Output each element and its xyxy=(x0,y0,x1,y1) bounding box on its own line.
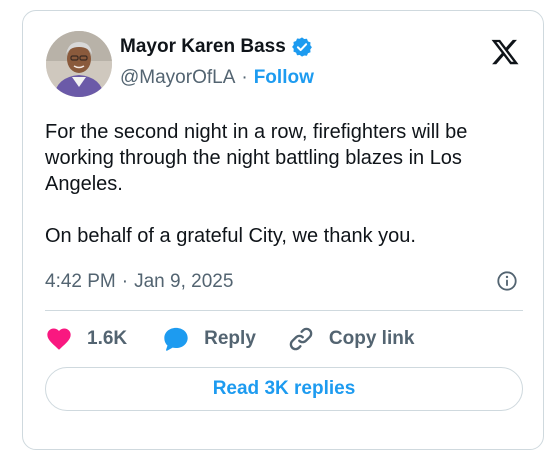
copy-link-button[interactable]: Copy link xyxy=(287,325,415,353)
read-replies-button[interactable]: Read 3K replies xyxy=(45,367,523,411)
speech-bubble-icon xyxy=(164,327,188,351)
author-handle-row: @MayorOfLA · Follow xyxy=(120,67,314,89)
verified-badge-icon xyxy=(291,37,312,57)
copy-link-label: Copy link xyxy=(328,328,415,349)
x-logo-icon[interactable] xyxy=(489,37,521,67)
tweet-date: Jan 9, 2025 xyxy=(134,271,234,292)
handle-separator: · xyxy=(241,67,248,88)
avatar[interactable] xyxy=(46,31,112,97)
like-count: 1.6K xyxy=(87,328,128,349)
avatar-image xyxy=(46,31,112,97)
tweet-paragraph: On behalf of a grateful City, we thank y… xyxy=(45,225,416,247)
heart-icon xyxy=(47,328,71,350)
read-replies-label: Read 3K replies xyxy=(212,378,356,399)
tweet-embed-card: Mayor Karen Bass @MayorOfLA · Follow For… xyxy=(22,10,544,450)
link-icon xyxy=(289,327,313,351)
timestamp-separator: · xyxy=(121,271,129,292)
like-button[interactable]: 1.6K xyxy=(45,325,127,353)
author-name[interactable]: Mayor Karen Bass xyxy=(120,36,286,58)
action-bar: 1.6K Reply Copy link xyxy=(45,325,414,353)
tweet-time: 4:42 PM xyxy=(45,271,116,292)
reply-button[interactable]: Reply xyxy=(162,325,256,353)
author-name-row: Mayor Karen Bass xyxy=(120,36,313,58)
follow-button[interactable]: Follow xyxy=(254,67,314,89)
tweet-timestamp[interactable]: 4:42 PM · Jan 9, 2025 xyxy=(45,271,233,293)
divider xyxy=(45,310,523,311)
author-handle[interactable]: @MayorOfLA xyxy=(120,67,235,89)
reply-label: Reply xyxy=(204,328,256,349)
tweet-paragraph: For the second night in a row, firefight… xyxy=(45,121,468,195)
tweet-text: For the second night in a row, firefight… xyxy=(45,119,525,249)
info-icon[interactable] xyxy=(496,270,518,292)
